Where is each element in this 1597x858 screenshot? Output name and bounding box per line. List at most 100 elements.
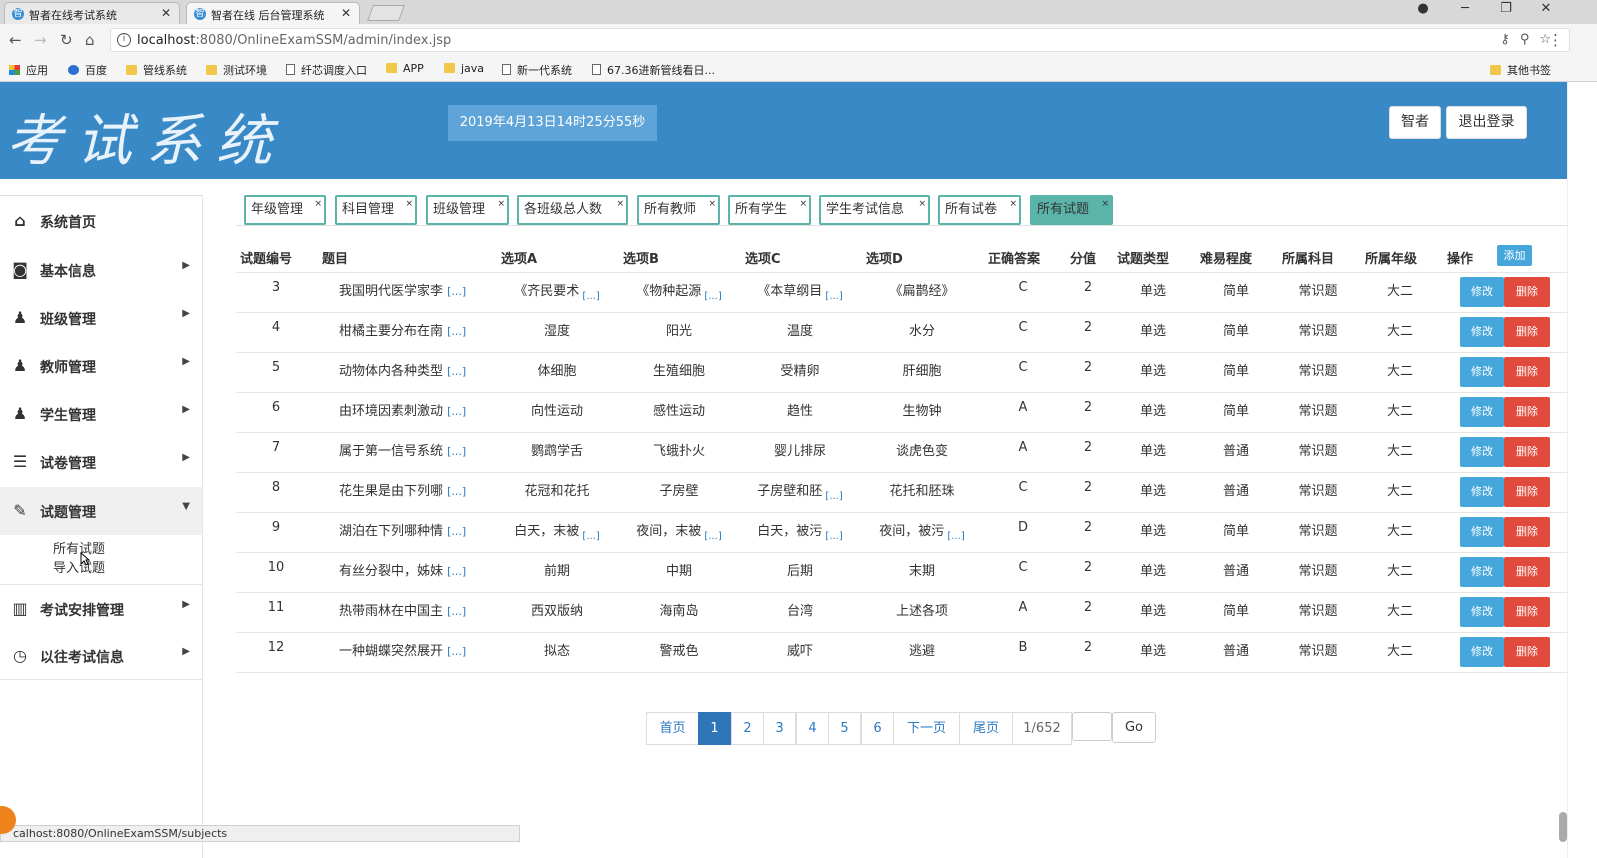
edit-button[interactable]: 修改	[1460, 437, 1504, 467]
more-link[interactable]: [...]	[447, 485, 466, 498]
bookmark-baidu[interactable]: 百度	[68, 62, 107, 78]
close-icon[interactable]: ×	[314, 191, 322, 217]
next-page-button[interactable]: 下一页	[893, 712, 960, 745]
tag-class-count[interactable]: 各班级总人数 ×	[517, 195, 628, 225]
close-icon[interactable]: ×	[799, 191, 807, 217]
sidebar-subitem-all-questions[interactable]: 所有试题	[53, 538, 105, 557]
sidebar-item-teacher[interactable]: ♟ 教师管理 ▶	[0, 342, 202, 390]
delete-button[interactable]: 删除	[1504, 437, 1550, 467]
more-link[interactable]: [...]	[579, 531, 599, 542]
reload-icon[interactable]: ↻	[60, 31, 73, 49]
tag-subject[interactable]: 科目管理 ×	[335, 195, 417, 225]
delete-button[interactable]: 删除	[1504, 517, 1550, 547]
tag-papers[interactable]: 所有试卷 ×	[938, 195, 1021, 225]
close-icon[interactable]: ×	[1101, 191, 1109, 217]
address-url[interactable]: localhost:8080/OnlineExamSSM/admin/index…	[137, 33, 451, 48]
page-button-4[interactable]: 4	[796, 712, 829, 745]
sidebar-item-basic-info[interactable]: ◙ 基本信息 ▶	[0, 246, 202, 294]
more-link[interactable]: [...]	[701, 531, 721, 542]
close-tab-icon[interactable]: ✕	[341, 6, 351, 20]
more-link[interactable]: [...]	[701, 291, 721, 302]
more-link[interactable]: [...]	[944, 531, 964, 542]
maximize-icon[interactable]: ❐	[1488, 1, 1524, 21]
minimize-icon[interactable]: ─	[1447, 1, 1483, 21]
browser-tab-exam-system[interactable]: 智 智者在线考试系统 ✕	[4, 2, 180, 24]
more-link[interactable]: [...]	[447, 525, 466, 538]
browser-tab-admin[interactable]: 智 智者在线 后台管理系统 ✕	[186, 2, 360, 24]
close-icon[interactable]: ×	[1009, 191, 1017, 217]
sidebar-item-exam-schedule[interactable]: ▥ 考试安排管理 ▶	[0, 584, 202, 632]
more-link[interactable]: [...]	[447, 645, 466, 658]
delete-button[interactable]: 删除	[1504, 557, 1550, 587]
sidebar-item-class[interactable]: ♟ 班级管理 ▶	[0, 294, 202, 342]
delete-button[interactable]: 删除	[1504, 357, 1550, 387]
user-button[interactable]: 智者	[1389, 106, 1441, 139]
back-icon[interactable]: ←	[9, 31, 22, 49]
more-link[interactable]: [...]	[447, 285, 466, 298]
bookmark-page[interactable]: 67.36进新管线看日...	[592, 62, 715, 78]
more-link[interactable]: [...]	[447, 565, 466, 578]
more-link[interactable]: [...]	[447, 405, 466, 418]
delete-button[interactable]: 删除	[1504, 397, 1550, 427]
sidebar-item-question[interactable]: ✎ 试题管理 ▼	[0, 487, 202, 535]
bookmark-apps[interactable]: 应用	[9, 62, 48, 78]
more-link[interactable]: [...]	[822, 531, 842, 542]
close-icon[interactable]: ×	[918, 191, 926, 217]
page-button-2[interactable]: 2	[731, 712, 764, 745]
sidebar-item-student[interactable]: ♟ 学生管理 ▶	[0, 390, 202, 438]
page-scrollbar[interactable]	[1567, 82, 1597, 858]
edit-button[interactable]: 修改	[1460, 477, 1504, 507]
edit-button[interactable]: 修改	[1460, 277, 1504, 307]
tag-teachers[interactable]: 所有教师 ×	[637, 195, 720, 225]
bookmark-page[interactable]: 纤芯调度入口	[286, 62, 367, 78]
edit-button[interactable]: 修改	[1460, 357, 1504, 387]
more-link[interactable]: [...]	[447, 605, 466, 618]
last-page-button[interactable]: 尾页	[959, 712, 1013, 745]
forward-icon[interactable]: →	[34, 31, 47, 49]
page-button-5[interactable]: 5	[828, 712, 861, 745]
page-number-input[interactable]	[1072, 712, 1112, 741]
tag-grade[interactable]: 年级管理 ×	[244, 195, 326, 225]
scrollbar-thumb[interactable]	[1559, 812, 1567, 842]
close-tab-icon[interactable]: ✕	[161, 6, 171, 20]
edit-button[interactable]: 修改	[1460, 597, 1504, 627]
go-button[interactable]: Go	[1112, 712, 1156, 743]
edit-button[interactable]: 修改	[1460, 557, 1504, 587]
delete-button[interactable]: 删除	[1504, 477, 1550, 507]
edit-button[interactable]: 修改	[1460, 637, 1504, 667]
close-icon[interactable]: ×	[497, 191, 505, 217]
more-link[interactable]: [...]	[579, 291, 599, 302]
more-link[interactable]: [...]	[822, 491, 842, 502]
delete-button[interactable]: 删除	[1504, 277, 1550, 307]
tag-students[interactable]: 所有学生 ×	[728, 195, 811, 225]
menu-icon[interactable]: ⋮	[1548, 31, 1563, 49]
more-link[interactable]: [...]	[447, 445, 466, 458]
close-icon[interactable]: ×	[616, 191, 624, 217]
bookmark-folder[interactable]: java	[444, 62, 484, 75]
delete-button[interactable]: 删除	[1504, 597, 1550, 627]
profile-icon[interactable]: ●	[1405, 1, 1441, 21]
more-link[interactable]: [...]	[822, 291, 842, 302]
edit-button[interactable]: 修改	[1460, 397, 1504, 427]
new-tab-button[interactable]	[367, 5, 405, 21]
home-icon[interactable]: ⌂	[85, 31, 95, 49]
tag-class[interactable]: 班级管理 ×	[426, 195, 509, 225]
site-info-icon[interactable]: i	[117, 33, 131, 47]
page-button-3[interactable]: 3	[763, 712, 796, 745]
first-page-button[interactable]: 首页	[646, 712, 699, 745]
more-link[interactable]: [...]	[447, 365, 466, 378]
close-icon[interactable]: ×	[405, 191, 413, 217]
page-button-6[interactable]: 6	[861, 712, 894, 745]
bookmark-folder[interactable]: APP	[386, 62, 424, 75]
bookmark-page[interactable]: 新一代系统	[502, 62, 572, 78]
sidebar-subitem-import-questions[interactable]: 导入试题	[53, 557, 105, 576]
window-close-icon[interactable]: ✕	[1528, 1, 1564, 21]
address-bar[interactable]: i localhost:8080/OnlineExamSSM/admin/ind…	[110, 28, 1570, 52]
bookmark-folder[interactable]: 测试环境	[206, 62, 267, 78]
sidebar-item-past-exams[interactable]: ◷ 以往考试信息 ▶	[0, 632, 202, 680]
delete-button[interactable]: 删除	[1504, 637, 1550, 667]
add-question-button[interactable]: 添加	[1497, 245, 1532, 266]
edit-button[interactable]: 修改	[1460, 317, 1504, 347]
sidebar-item-home[interactable]: ⌂ 系统首页	[0, 197, 202, 245]
delete-button[interactable]: 删除	[1504, 317, 1550, 347]
